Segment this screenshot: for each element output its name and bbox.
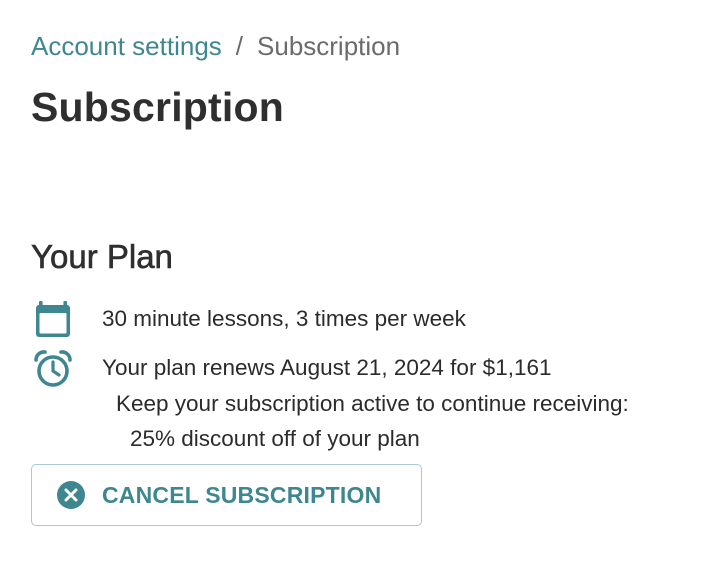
plan-renewal-text: Your plan renews August 21, 2024 for $1,…: [102, 355, 552, 380]
cancel-subscription-button[interactable]: CANCEL SUBSCRIPTION: [31, 464, 422, 526]
your-plan-heading: Your Plan: [31, 238, 174, 276]
alarm-clock-icon: [33, 349, 73, 389]
close-circle-icon: [56, 480, 86, 510]
cancel-subscription-label: CANCEL SUBSCRIPTION: [102, 482, 382, 508]
breadcrumb: Account settings / Subscription: [31, 31, 400, 61]
keep-active-text: Keep your subscription active to continu…: [116, 391, 629, 416]
plan-frequency-text: 30 minute lessons, 3 times per week: [102, 306, 466, 331]
breadcrumb-account-settings-link[interactable]: Account settings: [31, 31, 222, 61]
breadcrumb-current: Subscription: [257, 31, 401, 61]
page-title: Subscription: [31, 84, 284, 130]
calendar-icon: [33, 299, 73, 339]
breadcrumb-separator: /: [235, 31, 244, 61]
benefit-text: 25% discount off of your plan: [130, 426, 420, 451]
